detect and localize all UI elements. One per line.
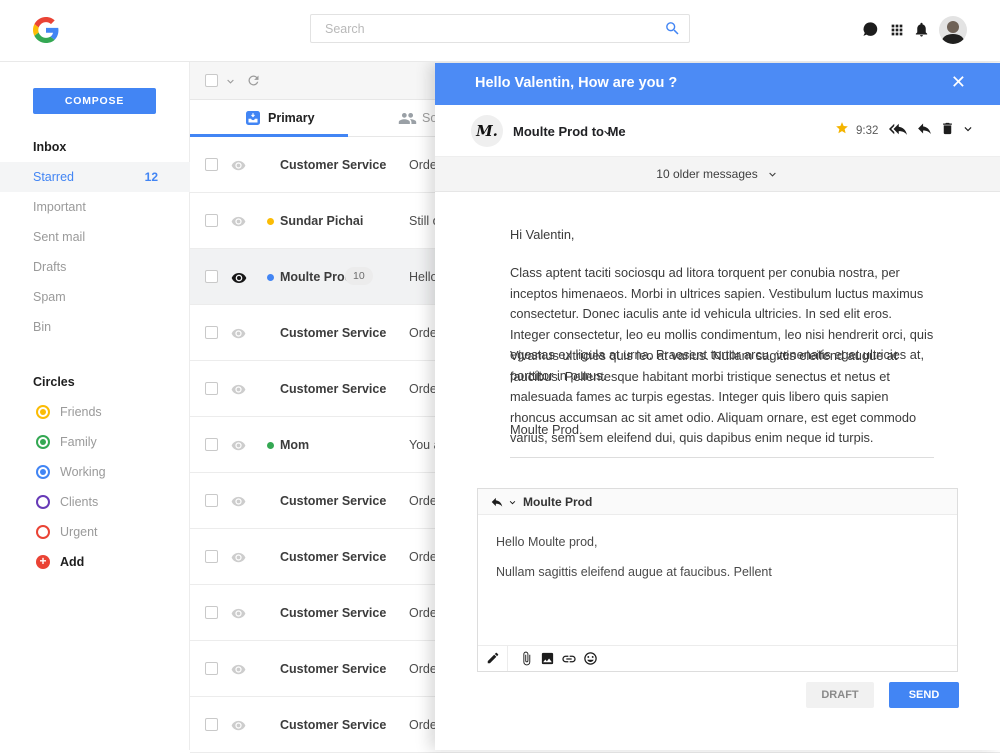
select-all-checkbox[interactable] [205,74,218,87]
close-icon[interactable]: ✕ [951,72,966,93]
older-messages-bar[interactable]: 10 older messages [435,157,1000,192]
reading-pane: Hello Valentin, How are you ? ✕ M. Moult… [435,63,1000,750]
more-actions-chevron-icon[interactable] [961,122,975,136]
add-circle-icon: + [36,555,50,569]
read-eye-icon[interactable] [231,718,246,733]
sidebar-item-sent-mail[interactable]: Sent mail [0,222,190,252]
insert-image-icon[interactable] [540,651,555,666]
circle-ring-icon [36,525,50,539]
reply-all-icon[interactable] [889,120,907,138]
label-dot [267,274,274,281]
sender-row: M. Moulte Prod to Me 9:32 [435,105,1000,157]
circle-item-friends[interactable]: Friends [0,397,190,427]
reply-composer: Moulte Prod Hello Moulte prod, Nullam sa… [477,488,958,672]
read-eye-icon[interactable] [231,326,246,341]
reply-textarea[interactable]: Hello Moulte prod, Nullam sagittis eleif… [496,527,936,587]
message-signature: Moulte Prod. [510,420,934,441]
reply-arrow-icon[interactable] [490,495,504,509]
circle-ring-icon [36,495,50,509]
circles-section-title: Circles [33,375,75,389]
message-time: 9:32 [856,125,878,137]
expand-older-chevron-icon [766,168,779,181]
row-checkbox[interactable] [205,326,218,339]
row-checkbox[interactable] [205,382,218,395]
insert-link-icon[interactable] [561,651,577,667]
draft-button[interactable]: DRAFT [806,682,874,708]
message-greeting: Hi Valentin, [510,225,934,246]
circle-item-working[interactable]: Working [0,457,190,487]
sidebar-item-starred[interactable]: Starred12 [0,162,190,192]
tab-primary[interactable]: Primary [268,111,315,125]
row-checkbox[interactable] [205,494,218,507]
reply-icon[interactable] [916,120,933,137]
send-button[interactable]: SEND [889,682,959,708]
notifications-bell-icon[interactable] [913,21,930,38]
read-eye-icon[interactable] [231,662,246,677]
row-checkbox[interactable] [205,606,218,619]
read-eye-icon[interactable] [231,158,246,173]
sidebar-item-important[interactable]: Important [0,192,190,222]
search-input[interactable] [310,14,690,43]
read-eye-icon[interactable] [231,550,246,565]
read-eye-icon[interactable] [231,214,246,229]
read-eye-icon[interactable] [231,494,246,509]
pencil-edit-icon[interactable] [486,651,500,665]
circle-ring-icon [36,465,50,479]
select-dropdown-icon[interactable] [224,75,237,88]
row-checkbox[interactable] [205,158,218,171]
row-checkbox[interactable] [205,718,218,731]
read-eye-icon[interactable] [231,606,246,621]
sidebar: COMPOSE Inbox Starred12 Important Sent m… [0,62,190,750]
circle-item-clients[interactable]: Clients [0,487,190,517]
read-eye-icon[interactable] [231,270,247,286]
sender-avatar[interactable]: M. [471,115,503,147]
search-icon[interactable] [664,20,681,37]
label-dot [267,218,274,225]
row-checkbox[interactable] [205,550,218,563]
sidebar-item-drafts[interactable]: Drafts [0,252,190,282]
thread-count-badge: 10 [345,267,373,285]
google-logo[interactable] [33,17,59,43]
row-checkbox[interactable] [205,662,218,675]
compose-button[interactable]: COMPOSE [33,88,156,114]
sender-details-chevron-icon[interactable] [601,126,614,139]
read-eye-icon[interactable] [231,438,246,453]
refresh-icon[interactable] [246,73,261,88]
emoji-icon[interactable] [583,651,598,666]
circle-ring-icon [36,435,50,449]
star-icon[interactable] [835,121,849,135]
circle-item-family[interactable]: Family [0,427,190,457]
social-tab-icon [398,109,417,128]
sidebar-item-spam[interactable]: Spam [0,282,190,312]
apps-grid-icon[interactable] [889,22,905,38]
chat-icon[interactable] [862,21,879,38]
top-header [0,0,1000,62]
sidebar-item-bin[interactable]: Bin [0,312,190,342]
reply-mode-chevron-icon[interactable] [507,497,518,508]
reply-recipient: Moulte Prod [523,495,592,509]
user-avatar[interactable] [939,16,967,44]
label-dot [267,442,274,449]
primary-tab-icon [245,110,261,126]
row-checkbox[interactable] [205,438,218,451]
reply-header: Moulte Prod [478,489,957,515]
read-eye-icon[interactable] [231,382,246,397]
message-divider [510,457,934,458]
message-title-bar: Hello Valentin, How are you ? ✕ [435,63,1000,105]
starred-count-badge: 12 [145,162,158,192]
sidebar-item-inbox[interactable]: Inbox [0,132,190,162]
reply-toolbar [478,645,957,671]
circle-ring-icon [36,405,50,419]
circle-item-add[interactable]: + Add [0,547,190,577]
circle-item-urgent[interactable]: Urgent [0,517,190,547]
row-checkbox[interactable] [205,214,218,227]
row-checkbox[interactable] [205,270,218,283]
trash-icon[interactable] [940,121,955,136]
attachment-icon[interactable] [519,651,534,666]
avatar-photo [947,21,959,33]
message-subject: Hello Valentin, How are you ? [475,75,677,91]
